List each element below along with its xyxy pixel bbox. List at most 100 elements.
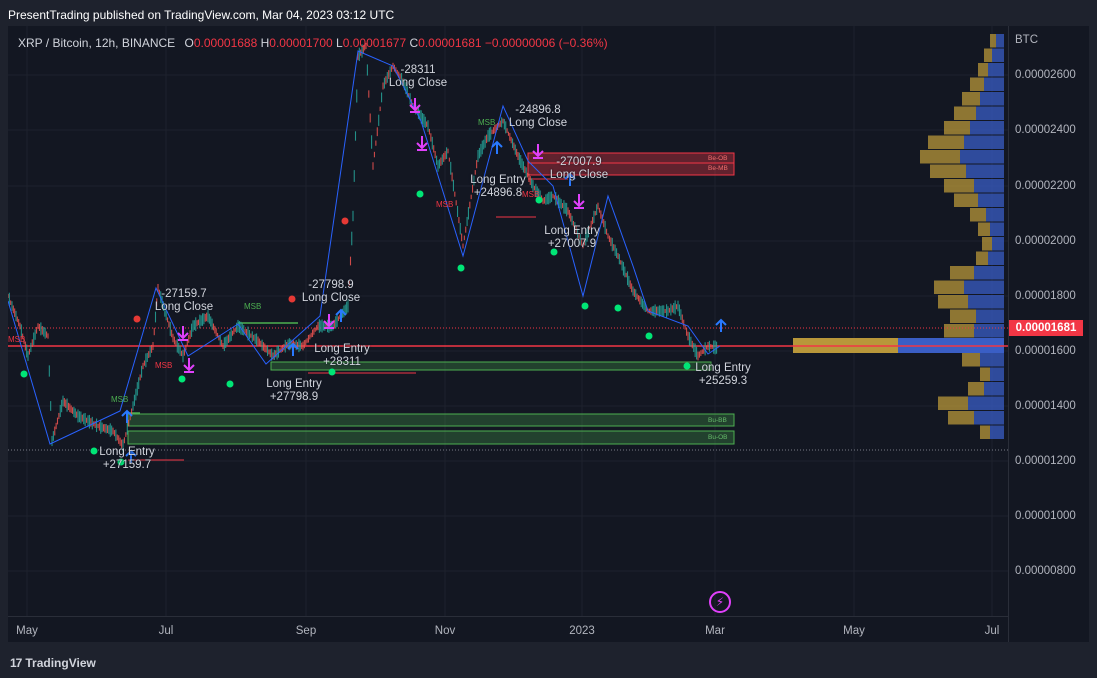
volume-profile-bar — [948, 411, 974, 425]
msb-label: MSB — [522, 190, 540, 199]
volume-profile-bar — [964, 135, 1004, 149]
bullish-order-block — [127, 430, 735, 445]
msb-label: MSB — [111, 395, 129, 404]
low-label: L — [336, 36, 343, 50]
price-tick: 0.00001400 — [1015, 400, 1076, 412]
volume-profile-bar — [984, 77, 1004, 91]
volume-profile-bar — [944, 121, 970, 135]
time-tick: May — [16, 625, 38, 637]
bearish-signal-dot — [288, 295, 296, 303]
tradingview-logo[interactable]: 17 TradingView — [10, 656, 96, 670]
volume-profile-bar — [966, 164, 1004, 178]
volume-profile-bar — [990, 425, 1004, 439]
long-entry-arrow-icon — [715, 318, 727, 332]
bullish-signal-dot — [226, 380, 234, 388]
low-value: 0.00001677 — [342, 36, 407, 50]
volume-profile-bar — [986, 208, 1004, 222]
volume-profile-bar — [954, 106, 976, 120]
trade-annotation: Long Entry +28311 — [314, 343, 370, 368]
volume-profile-bar — [934, 280, 964, 294]
time-tick: May — [843, 625, 865, 637]
current-price-tag: 0.00001681 — [1009, 320, 1083, 336]
volume-profile-bar — [970, 208, 986, 222]
volume-profile-bar — [984, 48, 992, 62]
volume-profile-bar — [960, 150, 1004, 164]
price-tick: 0.00000800 — [1015, 565, 1076, 577]
bullish-signal-dot — [416, 190, 424, 198]
time-tick: Sep — [295, 625, 317, 637]
volume-profile-bar — [974, 411, 1004, 425]
symbol-legend: XRP / Bitcoin, 12h, BINANCE O0.00001688 … — [18, 36, 608, 50]
time-tick: Mar — [705, 625, 725, 637]
close-value: 0.00001681 — [418, 36, 482, 50]
volume-profile-bar — [962, 353, 980, 367]
volume-profile-bar — [970, 77, 984, 91]
volume-profile-bar — [962, 92, 980, 106]
volume-profile-bar — [976, 251, 988, 265]
volume-profile-bar — [950, 266, 974, 280]
tradingview-logo-icon: 17 — [10, 656, 22, 670]
trade-annotation: -27798.9 Long Close — [301, 279, 361, 304]
lightning-icon[interactable]: ⚡ — [709, 591, 731, 613]
volume-profile-bar — [988, 63, 1004, 77]
volume-profile-bar — [988, 251, 1004, 265]
volume-profile-bar — [968, 396, 1004, 410]
volume-profile-bar — [954, 193, 978, 207]
footer: 17 TradingView — [0, 648, 1097, 678]
chart-pane[interactable]: XRP / Bitcoin, 12h, BINANCE O0.00001688 … — [8, 26, 1089, 642]
bullish-signal-dot — [178, 375, 186, 383]
volume-profile-bar — [944, 324, 974, 338]
plot-area[interactable]: XRP / Bitcoin, 12h, BINANCE O0.00001688 … — [8, 26, 1008, 616]
price-tick: 0.00002600 — [1015, 69, 1076, 81]
close-label: C — [409, 36, 419, 50]
long-close-arrow-icon — [416, 136, 428, 151]
volume-profile-bar — [976, 106, 1004, 120]
zone-label-be-mb: Be-MB — [708, 165, 728, 172]
volume-profile-bar — [974, 179, 1004, 193]
volume-profile-bar — [990, 34, 996, 48]
bullish-signal-dot — [457, 264, 465, 272]
price-axis[interactable]: BTC 0.00002600 0.00002400 0.00002200 0.0… — [1008, 26, 1090, 642]
long-entry-arrow-icon — [491, 140, 503, 154]
volume-profile-bar — [968, 295, 1004, 309]
high-value: 0.00001700 — [269, 36, 333, 50]
volume-profile-bar — [978, 222, 990, 236]
price-tick: 0.00001800 — [1015, 290, 1076, 302]
volume-profile-bar — [950, 309, 976, 323]
volume-profile-bar — [970, 121, 1004, 135]
trade-annotation: -28311 Long Close — [388, 64, 448, 89]
msb-label: MSB — [244, 302, 262, 311]
price-tick: 0.00002200 — [1015, 180, 1076, 192]
publisher-text: PresentTrading published on TradingView.… — [8, 8, 395, 22]
zone-label-bu-ob: Bu-OB — [708, 434, 728, 441]
volume-profile-bar — [964, 280, 1004, 294]
bullish-signal-dot — [683, 362, 691, 370]
price-tick: 0.00001600 — [1015, 345, 1076, 357]
volume-profile-bar — [974, 324, 1004, 338]
bullish-signal-dot — [20, 370, 28, 378]
volume-profile-bar — [978, 193, 1004, 207]
bearish-signal-dot — [341, 217, 349, 225]
volume-profile-bar — [980, 425, 990, 439]
trade-annotation: Long Entry +27007.9 — [544, 225, 600, 250]
brand-name: TradingView — [25, 656, 96, 670]
volume-profile-bar — [980, 367, 990, 381]
volume-profile-bar — [974, 266, 1004, 280]
msb-label: MSB — [8, 335, 26, 344]
volume-profile-bar — [992, 237, 1004, 251]
msb-label: MSB — [155, 361, 173, 370]
bullish-signal-dot — [614, 304, 622, 312]
symbol-name[interactable]: XRP / Bitcoin, 12h, BINANCE — [18, 36, 175, 50]
trade-annotation: Long Entry +27798.9 — [266, 378, 322, 403]
trade-annotation: -27159.7 Long Close — [154, 288, 214, 313]
bullish-signal-dot — [581, 302, 589, 310]
time-tick: 2023 — [569, 625, 595, 637]
zone-label-bu-bb: Bu-BB — [708, 417, 727, 424]
trade-annotation: Long Entry +27159.7 — [99, 446, 155, 471]
volume-profile-bar — [978, 63, 988, 77]
volume-profile-bar — [976, 309, 1004, 323]
volume-profile-bar — [996, 34, 1004, 48]
msb-label: MSB — [478, 118, 496, 127]
time-axis[interactable]: May Jul Sep Nov 2023 Mar May Jul — [8, 616, 1008, 643]
volume-profile-bar — [938, 396, 968, 410]
